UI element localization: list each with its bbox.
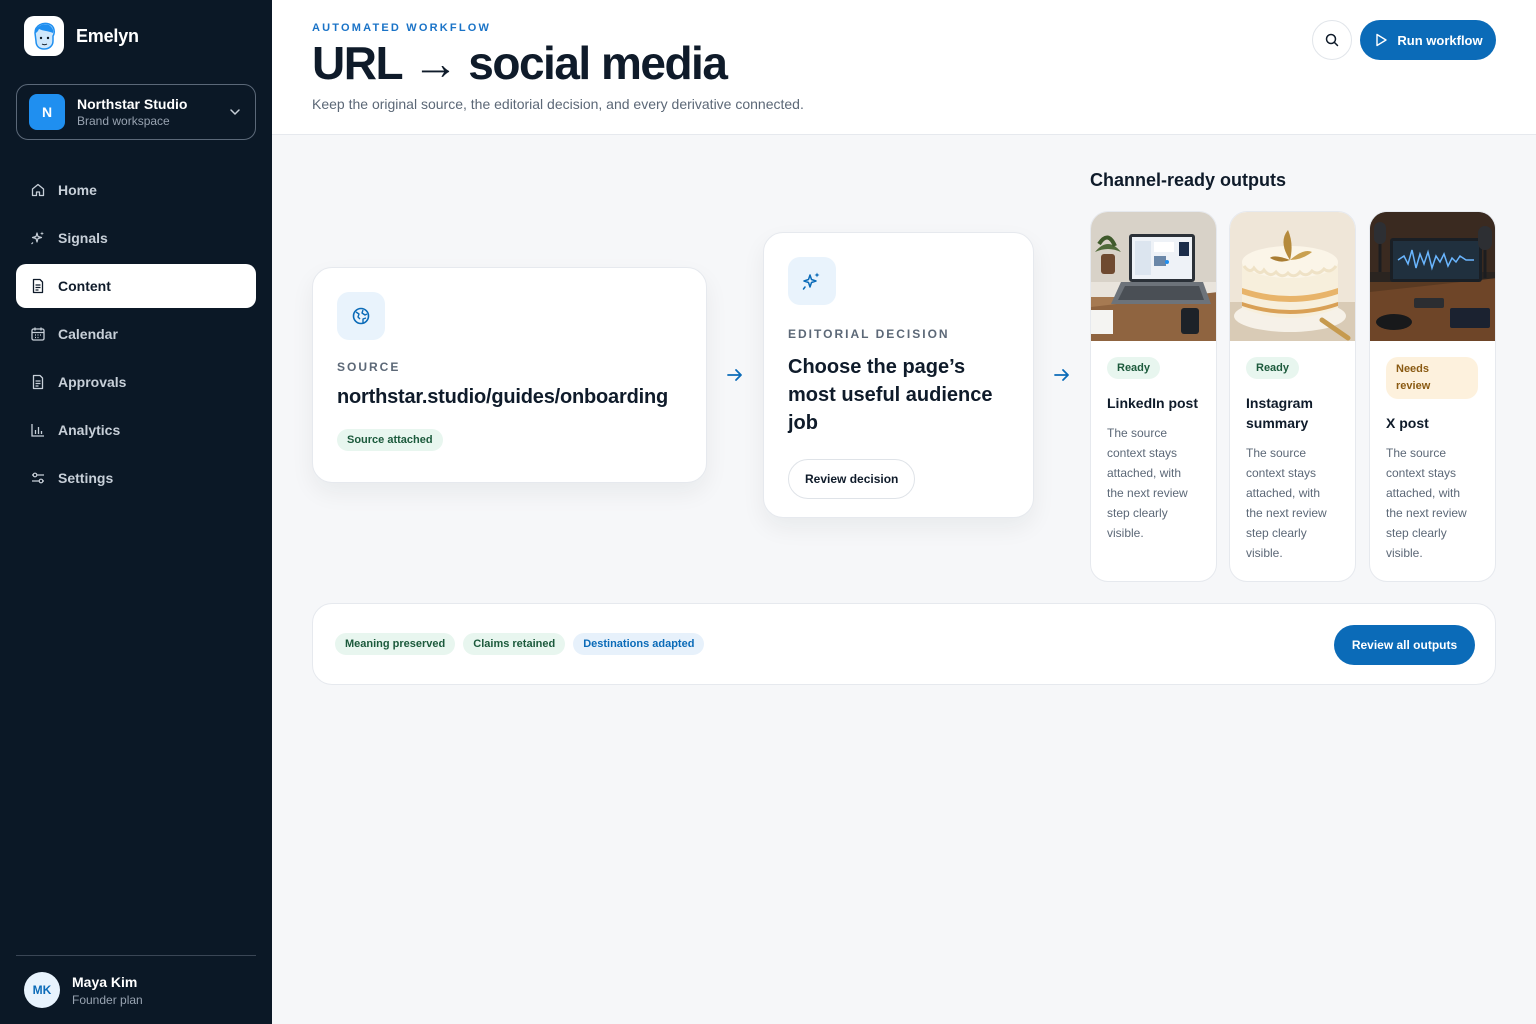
user-plan: Founder plan <box>72 992 143 1007</box>
editorial-decision-card[interactable]: EDITORIAL DECISION Choose the page’s mos… <box>763 232 1034 518</box>
play-icon <box>1376 33 1388 47</box>
status-badge: Needs review <box>1386 357 1478 399</box>
summary-pill: Destinations adapted <box>573 633 705 655</box>
page-subtitle: Keep the original source, the editorial … <box>312 96 804 112</box>
summary-pills: Meaning preserved Claims retained Destin… <box>335 633 705 655</box>
brand[interactable]: Emelyn <box>24 16 139 56</box>
run-workflow-button[interactable]: Run workflow <box>1360 20 1496 60</box>
run-workflow-label: Run workflow <box>1397 32 1483 48</box>
search-button[interactable] <box>1312 20 1352 60</box>
sidebar-item-signals[interactable]: Signals <box>16 216 256 260</box>
podcast-studio-image <box>1370 212 1495 341</box>
output-description: The source context stays attached, with … <box>1246 446 1327 560</box>
sidebar-item-label: Analytics <box>58 422 121 438</box>
sidebar-item-label: Approvals <box>58 374 127 390</box>
cake-image <box>1230 212 1355 341</box>
user-profile[interactable]: MK Maya Kim Founder plan <box>24 972 143 1008</box>
globe-icon <box>352 307 370 325</box>
search-icon <box>1325 33 1339 47</box>
document-check-icon <box>32 374 44 390</box>
summary-pill: Meaning preserved <box>335 633 456 655</box>
arrow-right-icon <box>1054 369 1069 381</box>
source-eyebrow: SOURCE <box>337 360 401 374</box>
status-badge: Ready <box>1107 357 1161 379</box>
workspace-switcher[interactable]: N Northstar Studio Brand workspace <box>16 84 256 140</box>
status-badge: Ready <box>1246 357 1300 379</box>
output-name: Instagram summary <box>1246 395 1313 431</box>
output-card-x[interactable]: Needs review X post The source context s… <box>1369 211 1496 582</box>
avatar: MK <box>24 972 60 1008</box>
chevron-down-icon <box>230 109 240 116</box>
sidebar-item-calendar[interactable]: Calendar <box>16 312 256 356</box>
source-card[interactable]: SOURCE northstar.studio/guides/onboardin… <box>312 267 707 483</box>
source-icon-tile <box>337 292 385 340</box>
output-name: X post <box>1386 415 1429 431</box>
sidebar-item-label: Signals <box>58 230 108 246</box>
sidebar-item-settings[interactable]: Settings <box>16 456 256 500</box>
workspace-type: Brand workspace <box>77 114 170 128</box>
outputs-title: Channel-ready outputs <box>1090 170 1287 190</box>
calendar-icon <box>31 327 45 341</box>
source-url: northstar.studio/guides/onboarding <box>337 386 668 408</box>
output-description: The source context stays attached, with … <box>1107 426 1188 540</box>
user-name: Maya Kim <box>72 973 138 990</box>
arrow-right-icon <box>727 369 742 381</box>
page-header: AUTOMATED WORKFLOW URL → social media Ke… <box>272 0 1536 135</box>
decision-title: Choose the page’s most useful audience j… <box>788 356 993 434</box>
sidebar-item-content[interactable]: Content <box>16 264 256 308</box>
page-title: URL → social media <box>312 37 728 89</box>
review-all-outputs-button[interactable]: Review all outputs <box>1334 625 1475 665</box>
decision-icon-tile <box>788 257 836 305</box>
source-status-badge: Source attached <box>337 429 443 451</box>
decision-eyebrow: EDITORIAL DECISION <box>788 327 950 341</box>
laptop-workspace-image <box>1091 212 1216 341</box>
page-eyebrow: AUTOMATED WORKFLOW <box>312 22 492 34</box>
sidebar-divider <box>16 955 256 956</box>
sidebar-item-label: Settings <box>58 470 114 486</box>
output-name: LinkedIn post <box>1107 395 1198 411</box>
sidebar-item-approvals[interactable]: Approvals <box>16 360 256 404</box>
summary-pill: Claims retained <box>463 633 566 655</box>
sparkle-icon <box>802 272 820 290</box>
bar-chart-icon <box>31 424 44 437</box>
sliders-icon <box>32 472 44 484</box>
home-icon <box>31 183 45 197</box>
summary-bar: Meaning preserved Claims retained Destin… <box>312 603 1496 685</box>
sidebar: Emelyn N Northstar Studio Brand workspac… <box>0 0 272 1024</box>
workspace-name: Northstar Studio <box>77 96 188 112</box>
output-card-instagram[interactable]: Ready Instagram summary The source conte… <box>1229 211 1356 582</box>
sidebar-item-home[interactable]: Home <box>16 168 256 212</box>
brand-name: Emelyn <box>76 25 139 46</box>
sidebar-nav: Home Signals Content Calendar Approvals … <box>16 168 256 504</box>
sidebar-item-label: Home <box>58 182 97 198</box>
output-description: The source context stays attached, with … <box>1386 446 1467 560</box>
sparkle-icon <box>31 231 44 245</box>
sidebar-item-label: Content <box>58 278 111 294</box>
sidebar-item-label: Calendar <box>58 326 118 342</box>
document-icon <box>32 278 44 294</box>
brand-logo-icon <box>24 16 64 56</box>
sidebar-item-analytics[interactable]: Analytics <box>16 408 256 452</box>
review-decision-button[interactable]: Review decision <box>788 459 916 499</box>
output-card-linkedin[interactable]: Ready LinkedIn post The source context s… <box>1090 211 1217 582</box>
workspace-avatar: N <box>29 94 65 130</box>
